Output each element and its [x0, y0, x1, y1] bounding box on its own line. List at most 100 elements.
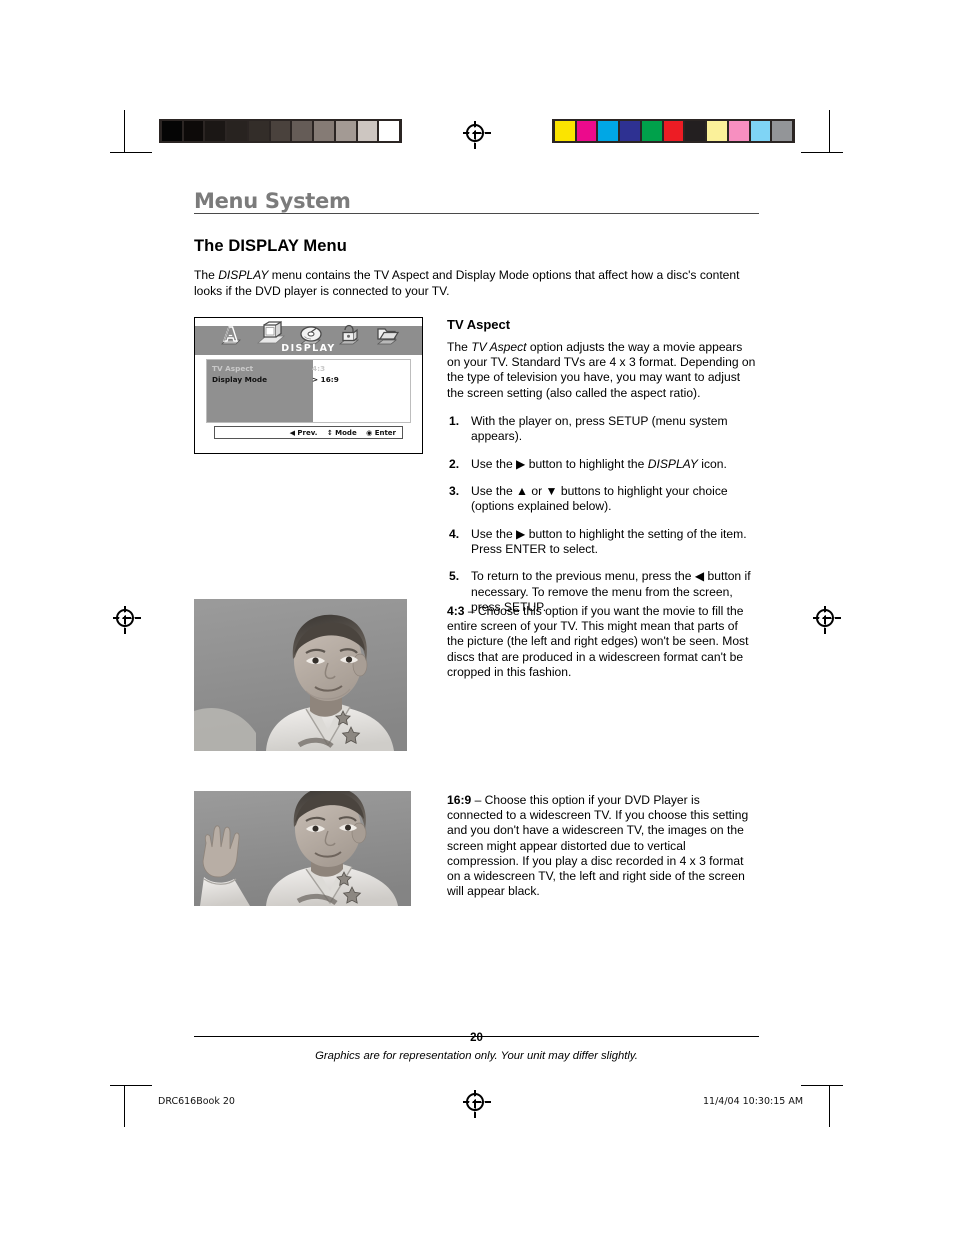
- crop-mark-bottom-right-vertical: [829, 1085, 830, 1127]
- osd-body: TV Aspect 4:3 Display Mode > 16:9 ◀ Prev…: [195, 354, 422, 439]
- crop-mark-top-left-vertical: [124, 110, 125, 152]
- step-text: Use the: [471, 456, 517, 471]
- step-italic-display: DISPLAY: [647, 456, 698, 471]
- up-down-arrow-icon: ↕: [326, 428, 333, 437]
- step-3: 3. Use the ▲ or ▼ buttons to highlight yo…: [447, 484, 759, 515]
- step-number: 3.: [449, 483, 460, 498]
- slug-right: 11/4/04 10:30:15 AM: [703, 1096, 804, 1107]
- grayscale-swatch: [248, 121, 269, 141]
- color-swatch: [707, 121, 727, 141]
- intro-paragraph: The DISPLAY menu contains the TV Aspect …: [194, 268, 754, 298]
- registration-target-icon-left: [113, 606, 141, 634]
- registration-target-icon-bottom: [463, 1090, 491, 1118]
- grayscale-swatch: [335, 121, 356, 141]
- footer-rule: [194, 1036, 759, 1037]
- para-prefix: The: [447, 339, 472, 354]
- step-1: 1. With the player on, press SETUP (menu …: [447, 414, 759, 445]
- slug-left: DRC616Book 20: [158, 1096, 235, 1107]
- step-text: or: [528, 483, 546, 498]
- color-swatch: [620, 121, 640, 141]
- color-calibration-bar: [552, 119, 795, 143]
- page-number: 20: [470, 1032, 483, 1044]
- osd-title: DISPLAY: [281, 342, 336, 354]
- osd-hint-label: Mode: [335, 428, 357, 437]
- grayscale-swatch: [379, 121, 400, 141]
- footer-note: Graphics are for representation only. Yo…: [315, 1050, 638, 1062]
- grayscale-swatch: [314, 121, 334, 141]
- grayscale-calibration-bar: [159, 119, 402, 143]
- step-number: 2.: [449, 456, 460, 471]
- tv-aspect-steps: 1. With the player on, press SETUP (menu …: [447, 414, 759, 615]
- step-text: Use the: [471, 483, 517, 498]
- step-number: 5.: [449, 569, 460, 584]
- grayscale-swatch: [162, 121, 182, 141]
- osd-row-label: Display Mode: [212, 374, 268, 384]
- grayscale-swatch: [270, 121, 291, 141]
- osd-hint-label: Prev.: [297, 428, 318, 437]
- step-text: With the player on, press SETUP (menu sy…: [471, 413, 728, 444]
- crop-mark-bottom-left-vertical: [124, 1085, 125, 1127]
- header-rule: [194, 213, 759, 215]
- osd-row-value: > 16:9: [312, 374, 339, 384]
- photo-boy-4x3: [194, 599, 407, 751]
- step-number: 1.: [449, 413, 460, 428]
- grayscale-swatch: [183, 121, 204, 141]
- crop-mark-top-left-horizontal: [110, 152, 152, 153]
- osd-menu-screenshot: DISPLAY TV Aspect 4:3 Display Mode > 16:…: [194, 316, 423, 454]
- step-number: 4.: [449, 526, 460, 541]
- up-arrow-icon: ▲: [516, 483, 529, 498]
- color-swatch: [598, 121, 619, 141]
- osd-hint-label: Enter: [374, 428, 396, 437]
- right-arrow-icon: ▶: [516, 526, 526, 541]
- color-swatch: [576, 121, 597, 141]
- page-title: The DISPLAY Menu: [194, 237, 347, 256]
- chapter-title: Menu System: [194, 189, 351, 213]
- photo-boy-16x9: [194, 791, 411, 906]
- option-body: – Choose this option if you want the mov…: [447, 604, 749, 679]
- para-italic-tv-aspect: TV Aspect: [471, 339, 527, 354]
- intro-prefix: The: [194, 268, 219, 283]
- color-swatch: [641, 121, 662, 141]
- osd-icon-bar: DISPLAY: [195, 317, 422, 355]
- option-16x9-description: 16:9 – Choose this option if your DVD Pl…: [447, 793, 757, 900]
- crop-mark-top-right-horizontal: [801, 152, 843, 153]
- osd-hint-mode: ↕ Mode: [327, 429, 357, 437]
- color-swatch: [555, 121, 575, 141]
- page-content: Menu System The DISPLAY Menu The DISPLAY…: [194, 189, 759, 614]
- intro-italic-display: DISPLAY: [218, 268, 269, 283]
- crop-mark-bottom-right-horizontal: [801, 1085, 843, 1086]
- registration-target-icon-top: [463, 121, 491, 149]
- option-4x3-description: 4:3 – Choose this option if you want the…: [447, 604, 757, 680]
- enter-circle-icon: ◉: [366, 428, 373, 437]
- step-4: 4. Use the ▶ button to highlight the sett…: [447, 527, 759, 558]
- photo-boy-4x3-graphic: [194, 599, 407, 751]
- step-text: button to highlight the: [525, 456, 648, 471]
- step-text: Use the: [471, 526, 517, 541]
- registration-target-icon-right: [813, 606, 841, 634]
- color-swatch: [685, 121, 706, 141]
- osd-row-tv-aspect[interactable]: TV Aspect 4:3: [212, 363, 410, 374]
- osd-row-value: 4:3: [312, 363, 326, 373]
- photo-boy-16x9-graphic: [194, 791, 411, 906]
- grayscale-swatch: [292, 121, 313, 141]
- two-column-area: DISPLAY TV Aspect 4:3 Display Mode > 16:…: [194, 316, 759, 614]
- intro-rest: menu contains the TV Aspect and Display …: [194, 268, 740, 298]
- color-swatch: [663, 121, 684, 141]
- color-swatch: [728, 121, 749, 141]
- grayscale-swatch: [205, 121, 226, 141]
- tv-aspect-heading: TV Aspect: [447, 316, 511, 332]
- osd-hint-bar: ◀ Prev. ↕ Mode ◉ Enter: [214, 425, 403, 439]
- crop-mark-bottom-left-horizontal: [110, 1085, 152, 1086]
- left-arrow-icon: ◀: [694, 569, 705, 584]
- right-arrow-icon: ▶: [516, 456, 526, 471]
- option-label: 16:9: [447, 793, 472, 807]
- step-text: To return to the previous menu, press th…: [471, 569, 695, 584]
- option-body: – Choose this option if your DVD Player …: [447, 793, 749, 899]
- manual-page: { "printer_marks": { "grayscale_bar": ["…: [0, 0, 954, 1235]
- osd-row-display-mode[interactable]: Display Mode > 16:9: [212, 374, 410, 385]
- color-swatch: [750, 121, 771, 141]
- color-swatch: [772, 121, 793, 141]
- osd-hint-enter: ◉ Enter: [366, 429, 396, 437]
- grayscale-swatch: [357, 121, 378, 141]
- osd-option-rows: TV Aspect 4:3 Display Mode > 16:9: [207, 360, 410, 385]
